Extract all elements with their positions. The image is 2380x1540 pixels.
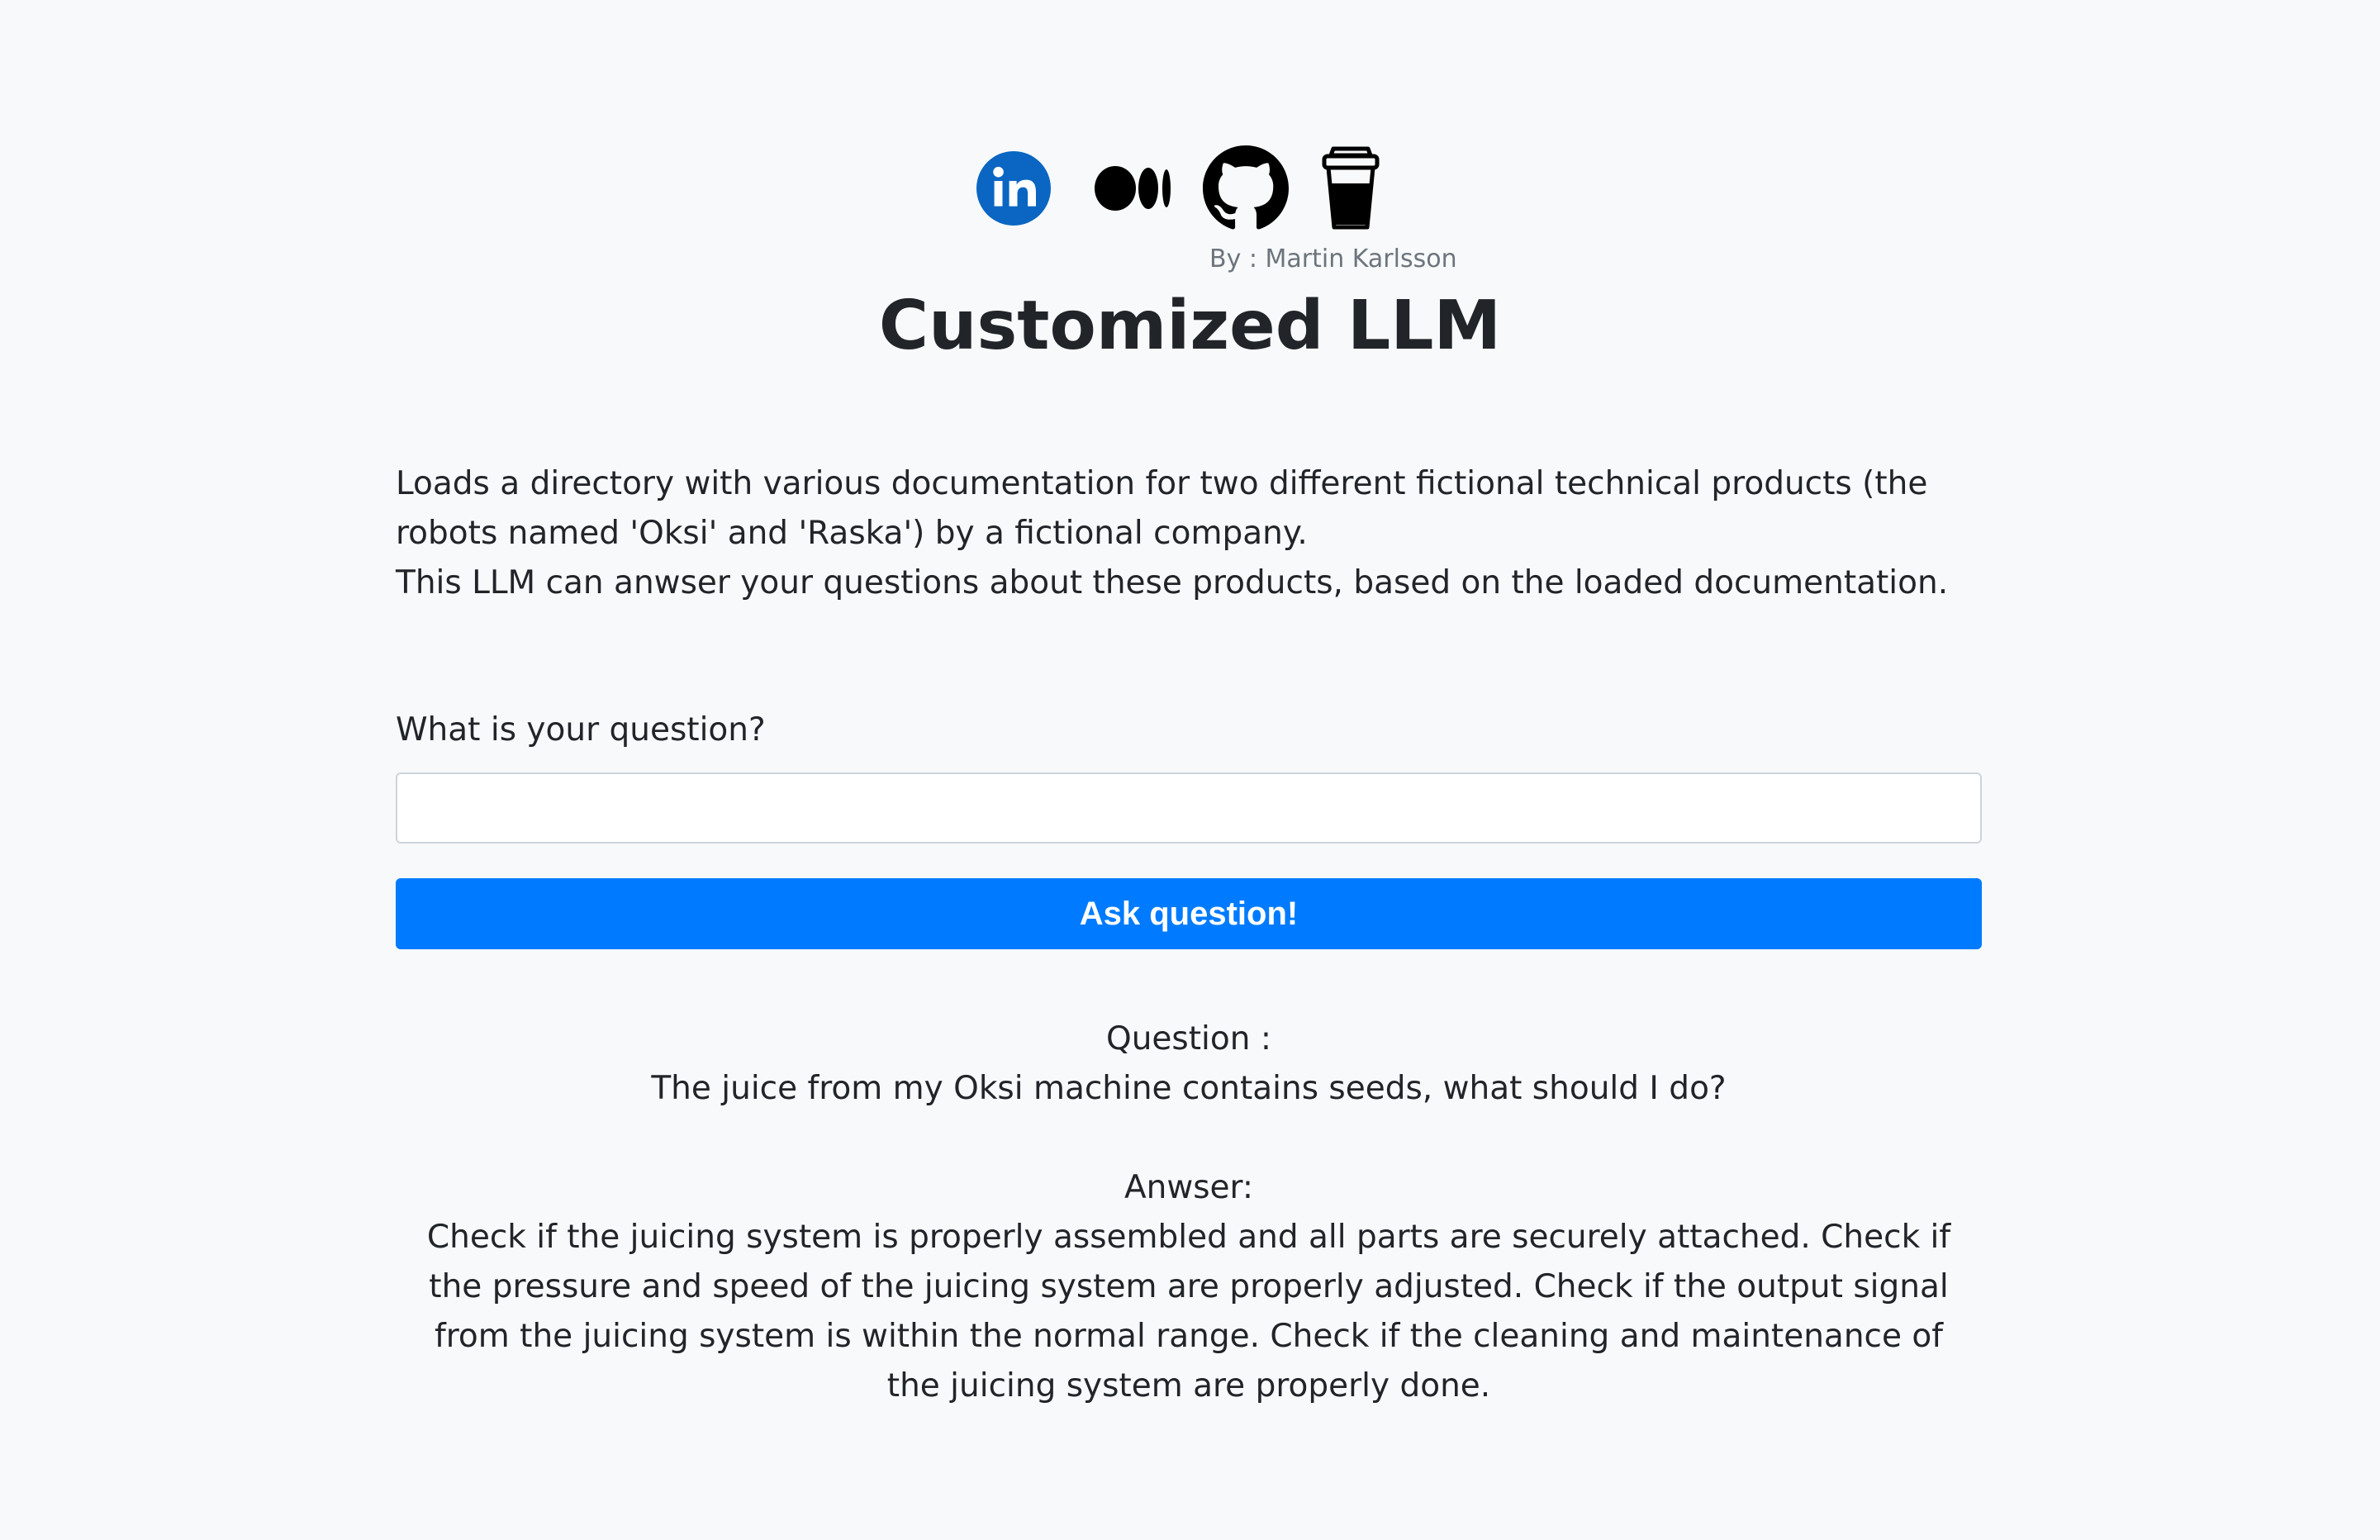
page: By : Martin Karlsson Customized LLM Load… (0, 0, 2380, 1540)
social-links (976, 145, 1390, 231)
author-byline: By : Martin Karlsson (1209, 245, 1457, 273)
question-label: What is your question? (396, 711, 766, 749)
question-input[interactable] (396, 772, 1982, 844)
ask-question-button[interactable]: Ask question! (396, 878, 1982, 949)
app-description: Loads a directory with various documenta… (396, 459, 1998, 608)
page-title: Customized LLM (878, 287, 1502, 365)
buy-me-a-coffee-link[interactable] (1320, 145, 1381, 231)
description-line: This LLM can anwser your questions about… (396, 564, 1949, 601)
question-text: The juice from my Oksi machine contains … (651, 1070, 1727, 1107)
github-link[interactable] (1203, 145, 1289, 231)
github-icon (1203, 145, 1289, 231)
question-heading: Question : (1106, 1020, 1271, 1058)
linkedin-icon (976, 151, 1051, 226)
medium-link[interactable] (1090, 145, 1176, 231)
coffee-cup-icon (1320, 145, 1381, 231)
description-line: Loads a directory with various documenta… (396, 465, 1928, 502)
answer-text: Check if the juicing system is properly … (426, 1219, 1951, 1405)
description-line: robots named 'Oksi' and 'Raska') by a fi… (396, 515, 1308, 552)
result-panel: Question : The juice from my Oksi machin… (396, 1015, 1982, 1411)
linkedin-link[interactable] (976, 151, 1051, 226)
answer-heading: Anwser: (1123, 1169, 1254, 1206)
medium-icon (1090, 145, 1176, 231)
